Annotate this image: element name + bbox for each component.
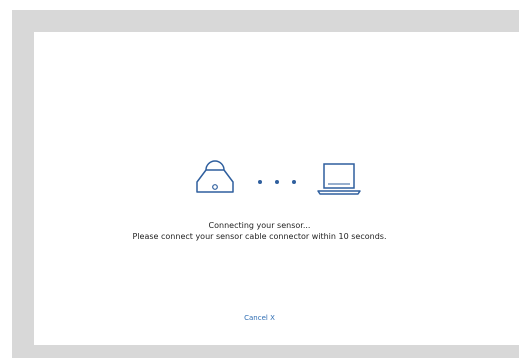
connection-illustration <box>0 158 519 198</box>
cancel-button[interactable]: Cancel X <box>244 314 275 322</box>
screen-background: Connecting your sensor... Please connect… <box>0 0 519 358</box>
connecting-dots-icon <box>252 170 302 190</box>
status-message: Connecting your sensor... Please connect… <box>0 220 519 242</box>
cancel-container: Cancel X <box>0 313 519 323</box>
status-detail: Please connect your sensor cable connect… <box>132 232 387 241</box>
laptop-icon <box>316 160 362 196</box>
sensor-icon <box>192 158 238 196</box>
status-title: Connecting your sensor... <box>208 221 311 230</box>
